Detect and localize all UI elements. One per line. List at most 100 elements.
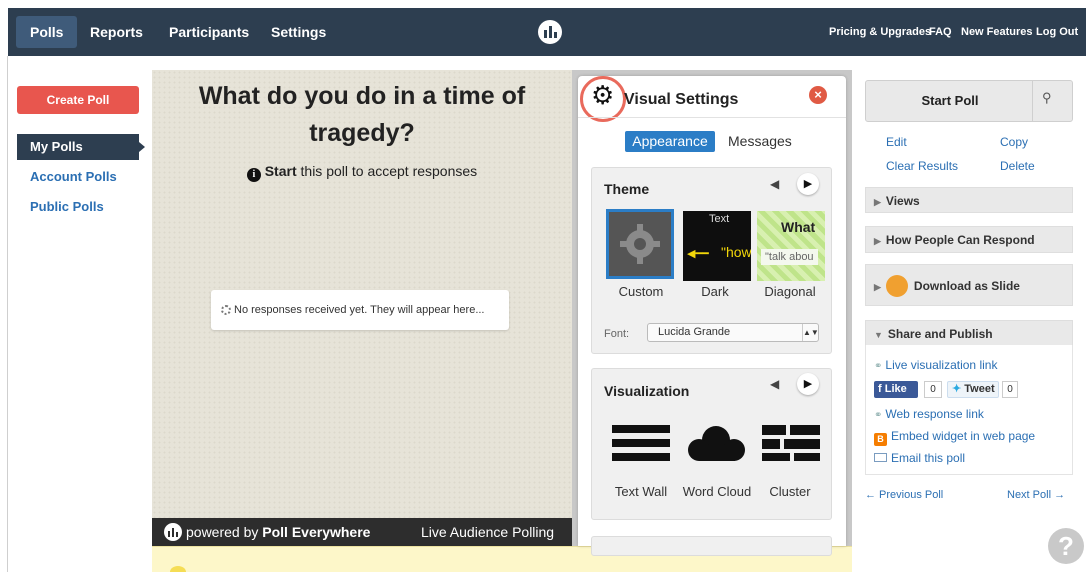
link-icon: ⚭ <box>874 361 883 372</box>
tweet-count: 0 <box>1002 381 1018 398</box>
viz-label-text-wall: Text Wall <box>614 484 668 499</box>
start-poll-label: Start Poll <box>921 93 979 108</box>
arrow-left-icon: ◀━━ <box>687 248 709 260</box>
sidebar-item-account-polls[interactable]: Account Polls <box>30 169 117 184</box>
sidebar-item-my-polls[interactable]: My Polls <box>17 134 145 160</box>
theme-prev-arrow-icon[interactable]: ◀ <box>770 177 779 191</box>
blogger-icon: B <box>874 433 887 446</box>
web-response-link[interactable]: ⚭ Web response link <box>874 407 984 421</box>
nav-settings[interactable]: Settings <box>271 8 326 56</box>
font-label: Font: <box>604 328 630 340</box>
triangle-right-icon: ▶ <box>874 197 881 207</box>
hint-text: this poll to accept responses <box>296 163 478 179</box>
theme-next-arrow-icon[interactable]: ▶ <box>797 173 819 195</box>
text-wall-icon[interactable] <box>612 425 672 465</box>
nav-participants[interactable]: Participants <box>169 8 249 56</box>
viz-label-word-cloud: Word Cloud <box>682 484 752 499</box>
views-label: Views <box>885 194 920 208</box>
dark-thumb-text: Text <box>709 213 730 225</box>
slide-icon <box>885 275 908 297</box>
notice-icon <box>170 566 186 572</box>
copy-link[interactable]: Copy <box>1000 135 1028 149</box>
cloud-icon[interactable] <box>686 423 748 465</box>
theme-label-dark: Dark <box>701 284 729 299</box>
panel-divider <box>578 117 846 118</box>
chevron-updown-icon: ▲▼ <box>802 324 819 341</box>
accordion-how-people-respond[interactable]: ▶ How People Can Respond <box>865 226 1073 253</box>
visual-settings-title: Visual Settings <box>624 91 739 108</box>
viz-prev-arrow-icon[interactable]: ◀ <box>770 377 779 391</box>
close-icon[interactable]: × <box>809 86 827 104</box>
poll-title: What do you do in a time of tragedy? <box>198 82 526 147</box>
help-icon[interactable]: ? <box>1048 528 1084 564</box>
nav-pricing[interactable]: Pricing & Upgrades <box>829 8 931 56</box>
accordion-download-slide[interactable]: ▶ Download as Slide <box>865 264 1073 306</box>
accordion-share-publish[interactable]: ▼ Share and Publish <box>865 320 1073 346</box>
page-edge-divider <box>7 56 8 572</box>
custom-gear-icon <box>620 224 660 264</box>
link-icon: ⚭ <box>874 410 883 421</box>
nav-polls[interactable]: Polls <box>16 16 78 48</box>
theme-dark-thumbnail[interactable]: Text ◀━━ "how <box>683 211 751 281</box>
like-count: 0 <box>924 381 942 398</box>
tweet-button[interactable]: ✦ Tweet <box>947 381 999 398</box>
theme-custom-thumbnail[interactable] <box>606 209 674 279</box>
facebook-icon: f <box>878 383 885 395</box>
facebook-like-button[interactable]: f Like <box>874 381 918 398</box>
share-label: Share and Publish <box>887 327 993 341</box>
triangle-down-icon: ▼ <box>874 330 883 340</box>
download-label: Download as Slide <box>913 279 1020 293</box>
nav-reports[interactable]: Reports <box>90 8 143 56</box>
envelope-icon <box>874 453 887 462</box>
cluster-icon[interactable] <box>762 423 822 463</box>
diag-thumb-text: What <box>781 219 816 235</box>
info-icon: i <box>246 168 261 182</box>
nav-faq[interactable]: FAQ <box>929 8 952 56</box>
poll-everywhere-logo-icon[interactable] <box>538 20 562 44</box>
theme-label-custom: Custom <box>618 284 664 299</box>
font-select[interactable]: Lucida Grande ▲▼ <box>647 323 819 342</box>
nav-new-features[interactable]: New Features <box>961 8 1033 56</box>
powered-by-footer: powered by Poll Everywhere Live Audience… <box>152 518 572 546</box>
accordion-views[interactable]: ▶ Views <box>865 187 1073 213</box>
triangle-right-icon: ▶ <box>874 236 881 246</box>
font-select-value: Lucida Grande <box>658 326 731 338</box>
sidebar-item-public-polls[interactable]: Public Polls <box>30 199 104 214</box>
viz-label-cluster: Cluster <box>769 484 811 499</box>
diag-thumb-quote: "talk abou <box>761 249 818 265</box>
clear-results-link[interactable]: Clear Results <box>886 159 958 173</box>
twitter-bird-icon: ✦ <box>952 383 962 395</box>
flowchart-icon[interactable]: ⚲ <box>1042 90 1052 106</box>
theme-diagonal-thumbnail[interactable]: What "talk abou <box>757 211 825 281</box>
triangle-right-icon: ▶ <box>874 282 881 292</box>
gear-icon[interactable]: ⚙ <box>591 81 614 111</box>
tab-appearance[interactable]: Appearance <box>625 131 715 152</box>
edit-link[interactable]: Edit <box>886 135 907 149</box>
start-poll-separator <box>1032 81 1033 121</box>
delete-link[interactable]: Delete <box>1000 159 1035 173</box>
next-section-stub <box>591 536 832 556</box>
powered-by-label: powered by Poll Everywhere <box>186 524 371 540</box>
email-poll-link[interactable]: Email this poll <box>874 451 965 465</box>
respond-label: How People Can Respond <box>885 233 1035 247</box>
tab-messages[interactable]: Messages <box>728 131 792 152</box>
create-poll-button[interactable]: Create Poll <box>17 86 139 114</box>
loading-spinner-icon <box>221 305 231 315</box>
nav-logout[interactable]: Log Out <box>1036 8 1078 56</box>
no-responses-text: No responses received yet. They will app… <box>234 304 485 316</box>
theme-label-diagonal: Diagonal <box>764 284 816 299</box>
poll-start-hint: i Start this poll to accept responses <box>152 163 572 182</box>
visualization-heading: Visualization <box>604 383 690 399</box>
poll-everywhere-footer-logo-icon <box>164 523 182 541</box>
viz-next-arrow-icon[interactable]: ▶ <box>797 373 819 395</box>
embed-widget-link[interactable]: B Embed widget in web page <box>874 429 1035 446</box>
no-responses-message: No responses received yet. They will app… <box>211 290 509 330</box>
footer-tagline: Live Audience Polling <box>421 524 555 540</box>
live-visualization-link[interactable]: ⚭ Live visualization link <box>874 358 997 372</box>
previous-poll-link[interactable]: ← Previous Poll <box>865 489 943 501</box>
dark-thumb-quote: "how <box>721 244 751 260</box>
brand-name: Poll Everywhere <box>262 524 371 540</box>
next-poll-link[interactable]: Next Poll → <box>1007 489 1065 501</box>
theme-heading: Theme <box>604 181 650 197</box>
top-navigation-bar: Polls Reports Participants Settings Pric… <box>8 8 1086 56</box>
